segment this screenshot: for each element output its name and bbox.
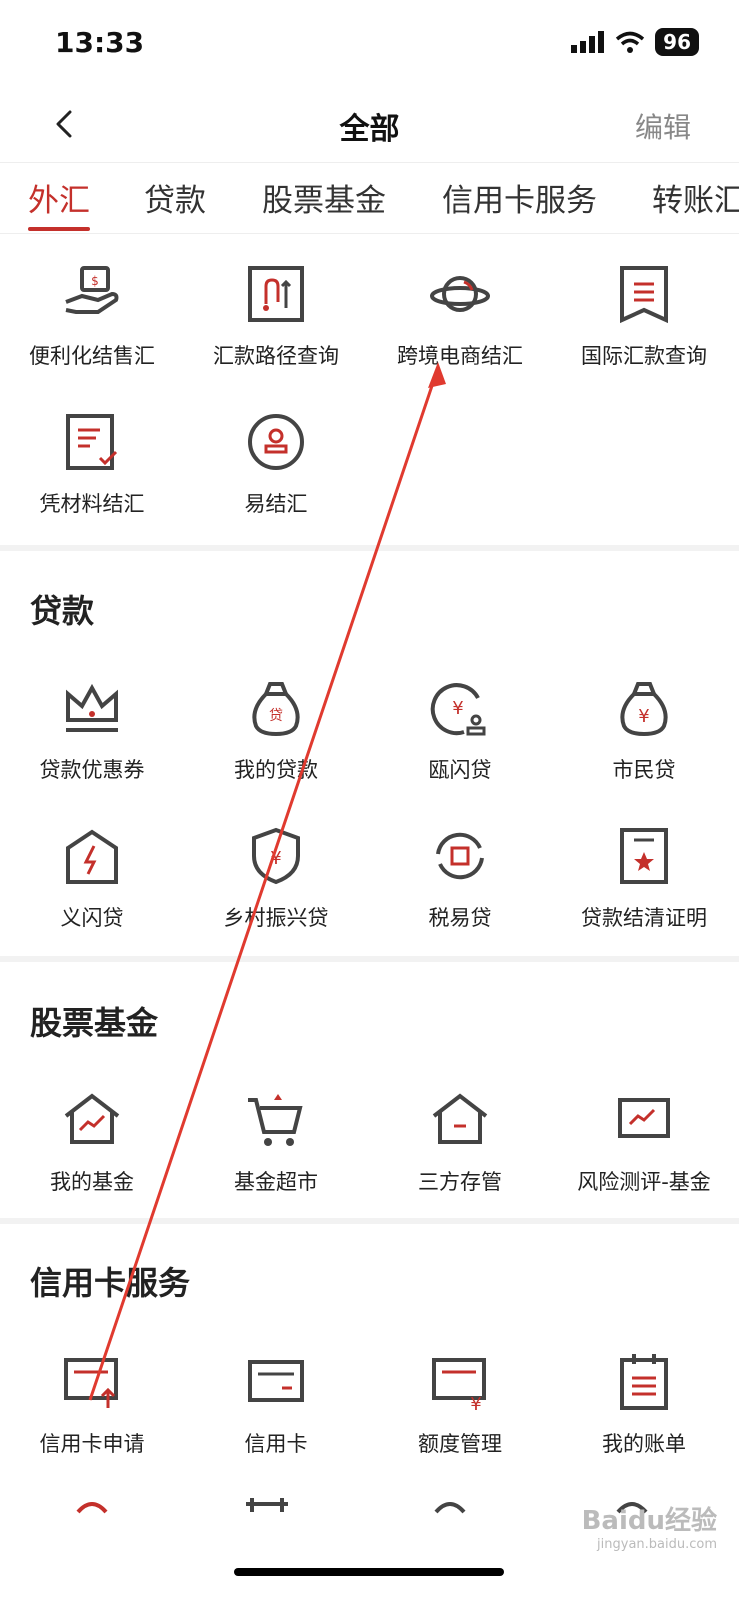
svg-text:¥: ¥ xyxy=(452,698,463,719)
bookmark-list-icon xyxy=(620,266,668,324)
service-item[interactable]: 贷款优惠券 xyxy=(0,676,184,784)
document-check-icon xyxy=(66,414,118,470)
section-title-credit: 信用卡服务 xyxy=(30,1264,191,1302)
house-lightning-icon xyxy=(66,829,118,884)
service-item[interactable]: 汇款路径查询 xyxy=(184,262,368,370)
money-bag-icon: 贷 xyxy=(252,682,300,737)
service-item[interactable]: 信用卡 xyxy=(184,1350,368,1458)
svg-text:¥: ¥ xyxy=(638,706,649,727)
yuan-user-icon: ¥ xyxy=(430,683,486,736)
page-title: 全部 xyxy=(339,112,400,147)
nav-bar: 全部 编辑 xyxy=(0,90,739,162)
service-item[interactable]: 跨境电商结汇 xyxy=(368,262,552,370)
battery-indicator: 96 xyxy=(655,28,699,56)
tab-stock-fund[interactable]: 股票基金 xyxy=(262,175,386,220)
wifi-icon xyxy=(616,31,645,53)
service-item[interactable]: 风险测评-基金 xyxy=(552,1088,736,1196)
category-tabs: 外汇 贷款 股票基金 信用卡服务 转账汇 xyxy=(0,162,739,234)
tab-loan[interactable]: 贷款 xyxy=(144,175,206,220)
card-yuan-icon: ¥ xyxy=(432,1358,486,1415)
service-item[interactable]: 信用卡申请 xyxy=(0,1350,184,1458)
service-item[interactable]: 国际汇款查询 xyxy=(552,262,736,370)
section-title-fund: 股票基金 xyxy=(30,1004,159,1042)
status-time: 13:33 xyxy=(55,26,145,59)
service-item[interactable]: 我的基金 xyxy=(0,1088,184,1196)
yuan-bag-icon: ¥ xyxy=(620,682,668,737)
service-item[interactable]: 贷 我的贷款 xyxy=(184,676,368,784)
home-indicator[interactable] xyxy=(234,1568,504,1576)
service-item[interactable]: ¥ 额度管理 xyxy=(368,1350,552,1458)
edit-button[interactable]: 编辑 xyxy=(635,106,691,146)
crown-icon xyxy=(66,683,118,732)
refresh-circle-icon xyxy=(436,832,484,880)
house-minus-icon xyxy=(432,1093,488,1144)
section-divider xyxy=(0,1218,739,1224)
service-item[interactable]: 贷款结清证明 xyxy=(552,824,736,932)
shopping-cart-icon xyxy=(248,1094,303,1146)
signal-icon xyxy=(571,31,605,53)
house-chart-icon xyxy=(64,1093,120,1144)
active-tab-indicator xyxy=(28,227,90,231)
shield-yuan-icon: ¥ xyxy=(252,827,300,885)
service-item[interactable]: ¥ 瓯闪贷 xyxy=(368,676,552,784)
service-item[interactable]: 我的账单 xyxy=(552,1350,736,1458)
service-item[interactable]: $ 便利化结售汇 xyxy=(0,262,184,370)
svg-text:¥: ¥ xyxy=(470,1394,481,1414)
service-item[interactable]: 三方存管 xyxy=(368,1088,552,1196)
status-bar: 13:33 96 xyxy=(0,0,739,90)
user-badge-icon xyxy=(248,414,304,470)
card-upload-icon xyxy=(64,1358,118,1408)
svg-text:贷: 贷 xyxy=(269,708,283,724)
monitor-chart-icon xyxy=(618,1098,670,1138)
tab-credit-card[interactable]: 信用卡服务 xyxy=(442,175,597,220)
service-item[interactable]: ¥ 市民贷 xyxy=(552,676,736,784)
section-divider xyxy=(0,956,739,962)
tab-transfer[interactable]: 转账汇 xyxy=(652,175,739,220)
svg-text:$: $ xyxy=(91,274,99,288)
service-item[interactable]: 税易贷 xyxy=(368,824,552,932)
credit-card-icon xyxy=(248,1360,304,1402)
service-item[interactable]: 义闪贷 xyxy=(0,824,184,932)
service-item[interactable]: 基金超市 xyxy=(184,1088,368,1196)
svg-text:¥: ¥ xyxy=(270,848,281,869)
baidu-watermark: Baidu经验 jingyan.baidu.com xyxy=(581,1506,717,1552)
certificate-star-icon xyxy=(620,828,668,884)
planet-icon xyxy=(430,276,490,312)
route-icon xyxy=(248,266,304,322)
section-title-loan: 贷款 xyxy=(30,592,95,630)
service-item[interactable]: 易结汇 xyxy=(184,410,368,518)
calendar-list-icon xyxy=(620,1354,668,1410)
service-item[interactable]: 凭材料结汇 xyxy=(0,410,184,518)
tab-forex[interactable]: 外汇 xyxy=(28,175,90,220)
section-divider xyxy=(0,545,739,551)
service-item[interactable]: ¥ 乡村振兴贷 xyxy=(184,824,368,932)
hand-money-icon: $ xyxy=(65,266,119,314)
